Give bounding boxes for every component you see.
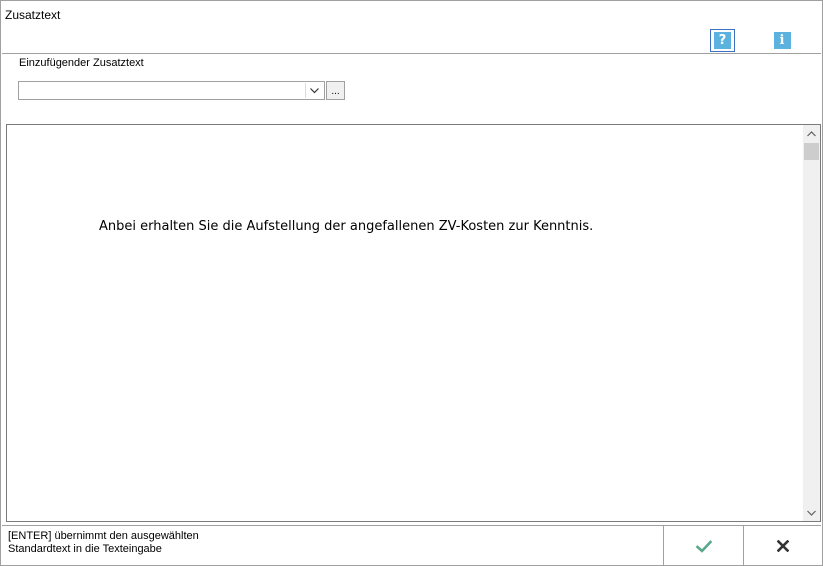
footer-hint-line1: [ENTER] übernimmt den ausgewählten xyxy=(8,530,199,542)
zusatztext-label: Einzufügender Zusatztext xyxy=(19,57,144,69)
footer-hint-line2: Standardtext in die Texteingabe xyxy=(8,543,162,555)
info-icon: i xyxy=(773,31,791,49)
close-icon xyxy=(777,540,789,552)
help-button[interactable]: ? xyxy=(710,29,735,52)
window-title: Zusatztext xyxy=(5,8,61,22)
text-editor[interactable]: Anbei erhalten Sie die Aufstellung der a… xyxy=(6,124,821,522)
chevron-down-icon[interactable] xyxy=(305,83,323,98)
vertical-scrollbar[interactable] xyxy=(803,125,820,521)
info-button[interactable]: i xyxy=(772,30,792,50)
header-divider xyxy=(2,53,821,54)
ok-button[interactable] xyxy=(664,526,743,566)
editor-content: Anbei erhalten Sie die Aufstellung der a… xyxy=(99,219,594,234)
scroll-thumb[interactable] xyxy=(804,143,819,160)
zusatztext-combobox[interactable] xyxy=(18,81,325,100)
cancel-button[interactable] xyxy=(744,526,822,566)
help-icon: ? xyxy=(714,32,731,49)
scroll-up-icon[interactable] xyxy=(803,125,820,142)
browse-button[interactable]: ... xyxy=(326,81,345,100)
checkmark-icon xyxy=(695,539,712,553)
footer-hint: [ENTER] übernimmt den ausgewählten Stand… xyxy=(8,530,199,556)
dialog-window: Zusatztext ? i Einzufügender Zusatztext … xyxy=(0,0,823,566)
scroll-down-icon[interactable] xyxy=(803,504,820,521)
